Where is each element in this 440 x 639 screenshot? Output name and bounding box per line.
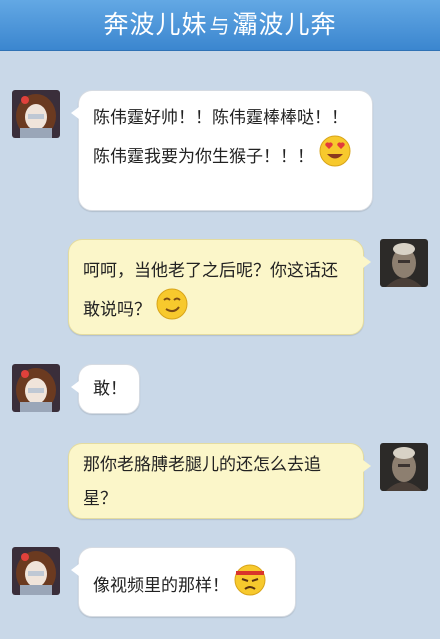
heart-eyes-emoji-icon	[319, 135, 351, 179]
girl-avatar[interactable]	[12, 547, 60, 595]
title-right-name: 灞波儿奔	[232, 10, 337, 39]
smirk-emoji-icon	[156, 288, 188, 332]
message-text: 陈伟霆好帅！！陈伟霆棒棒哒！！陈伟霆我要为你生猴子！！！	[93, 108, 348, 167]
angry-headband-emoji-icon	[234, 564, 266, 608]
message-bubble-2[interactable]: 呵呵，当他老了之后呢？你这话还敢说吗？	[68, 239, 371, 335]
chat-title: 奔波儿妹 与灞波儿奔	[0, 0, 440, 50]
message-bubble-4[interactable]: 那你老胳膊老腿儿的还怎么去追星？	[68, 443, 371, 519]
title-left-name: 奔波儿妹	[103, 10, 208, 39]
girl-avatar[interactable]	[12, 364, 60, 412]
old-man-avatar[interactable]	[380, 443, 428, 491]
message-bubble-1[interactable]: 陈伟霆好帅！！陈伟霆棒棒哒！！陈伟霆我要为你生猴子！！！	[71, 90, 373, 211]
old-man-avatar[interactable]	[380, 239, 428, 287]
message-bubble-3[interactable]: 敢！	[71, 364, 140, 414]
message-bubble-5[interactable]: 像视频里的那样！	[71, 547, 296, 617]
girl-avatar[interactable]	[12, 90, 60, 138]
message-text: 呵呵，当他老了之后呢？你这话还敢说吗？	[83, 261, 338, 320]
message-text: 那你老胳膊老腿儿的还怎么去追星？	[83, 455, 321, 509]
message-text: 敢！	[93, 379, 127, 399]
title-separator: 与	[209, 14, 231, 38]
message-text: 像视频里的那样！	[93, 576, 229, 596]
